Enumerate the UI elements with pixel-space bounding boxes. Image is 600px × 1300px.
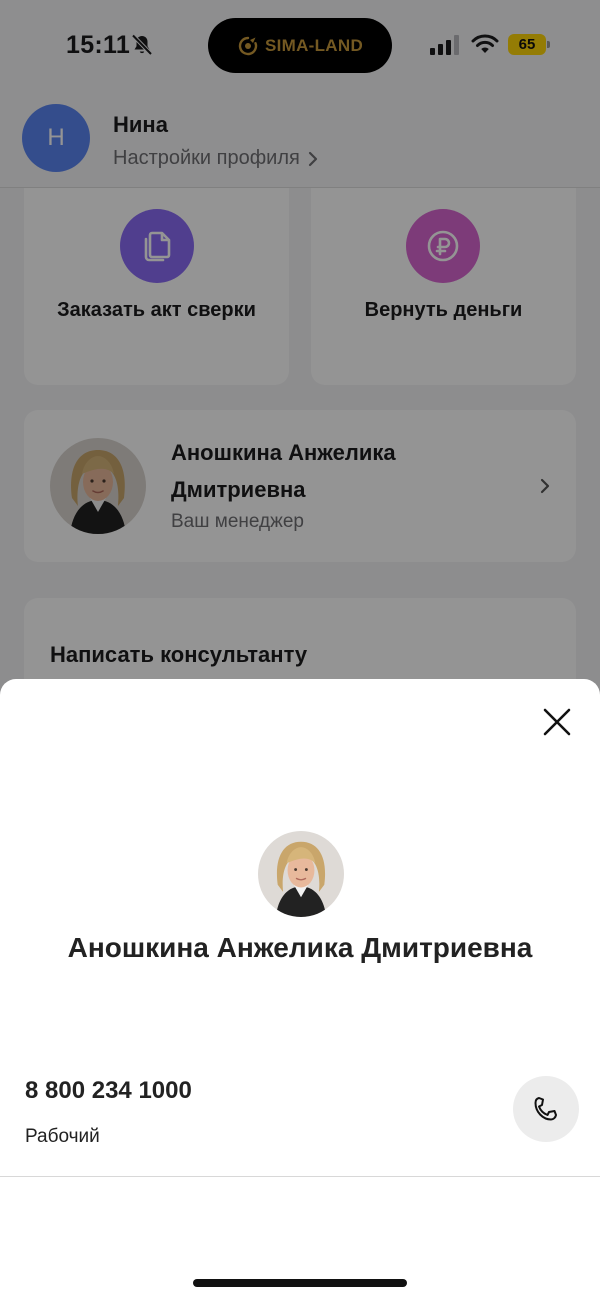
home-indicator[interactable]	[193, 1279, 407, 1287]
sheet-manager-avatar	[258, 831, 344, 917]
divider	[0, 1176, 600, 1177]
close-icon	[543, 708, 571, 736]
phone-number[interactable]: 8 800 234 1000	[25, 1077, 192, 1105]
manager-contact-sheet: Аношкина Анжелика Дмитриевна 8 800 234 1…	[0, 679, 600, 1300]
sheet-manager-name: Аношкина Анжелика Дмитриевна	[67, 932, 533, 963]
phone-icon	[534, 1097, 557, 1121]
phone-type: Рабочий	[25, 1126, 100, 1147]
close-button[interactable]	[536, 701, 578, 743]
call-button[interactable]	[513, 1076, 579, 1142]
